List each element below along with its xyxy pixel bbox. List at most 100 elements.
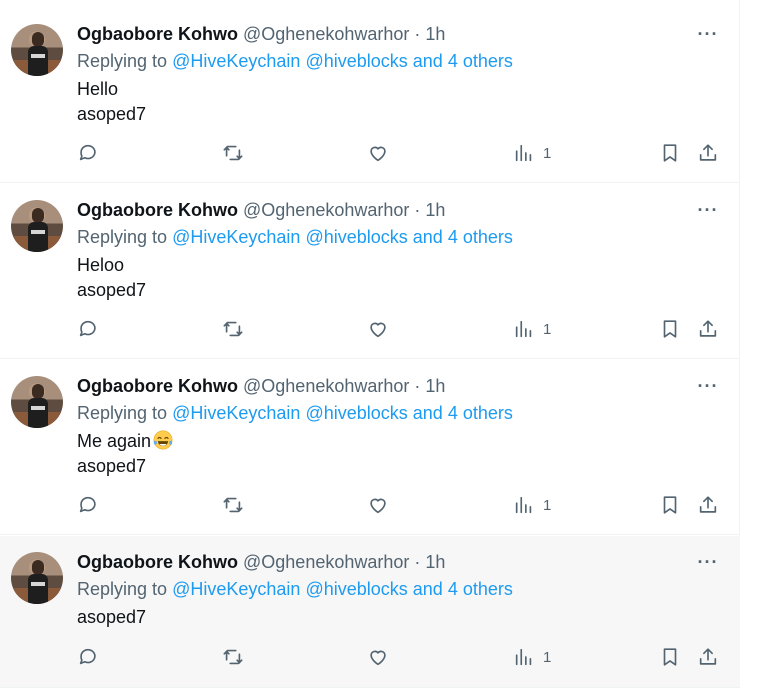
views-button[interactable]: 1 — [513, 315, 551, 343]
reply-button[interactable] — [77, 139, 99, 167]
tweet-text: asoped7 — [77, 607, 147, 627]
bookmark-button[interactable] — [659, 643, 681, 671]
views-button[interactable]: 1 — [513, 643, 551, 671]
author-handle[interactable]: @Oghenekohwarhor — [243, 552, 409, 572]
action-bar: 1 — [0, 315, 740, 343]
views-icon — [515, 320, 532, 338]
share-button[interactable] — [697, 315, 719, 343]
avatar[interactable] — [11, 376, 63, 428]
timestamp[interactable]: 1h — [425, 552, 445, 572]
separator-dot: · — [414, 24, 421, 44]
others-link[interactable]: and 4 others — [413, 579, 513, 599]
avatar[interactable] — [11, 24, 63, 76]
views-count: 1 — [543, 144, 552, 162]
mention-link[interactable]: @HiveKeychain — [172, 51, 300, 71]
reply-button[interactable] — [77, 491, 99, 519]
like-button[interactable] — [367, 491, 389, 519]
mention-link[interactable]: @hiveblocks — [305, 403, 407, 423]
retweet-icon — [223, 145, 243, 161]
replying-to: Replying to @HiveKeychain @hiveblocks an… — [77, 577, 513, 601]
retweet-button[interactable] — [222, 643, 244, 671]
views-icon — [515, 648, 532, 666]
more-icon[interactable]: ··· — [696, 24, 720, 44]
mention-link[interactable]: @hiveblocks — [305, 51, 407, 71]
tweet[interactable]: Ogbaobore Kohwo @Oghenekohwarhor · 1h ··… — [0, 536, 740, 688]
tweet[interactable]: Ogbaobore Kohwo @Oghenekohwarhor · 1h ··… — [0, 360, 740, 535]
retweet-button[interactable] — [222, 139, 244, 167]
timeline: Ogbaobore Kohwo @Oghenekohwarhor · 1h ··… — [0, 0, 740, 688]
share-button[interactable] — [697, 139, 719, 167]
more-icon[interactable]: ··· — [696, 376, 720, 396]
timestamp[interactable]: 1h — [425, 200, 445, 220]
tweet-text: asoped7 — [77, 280, 147, 300]
mention-link[interactable]: @HiveKeychain — [172, 579, 300, 599]
reply-button[interactable] — [77, 315, 99, 343]
author-name[interactable]: Ogbaobore Kohwo — [77, 552, 238, 572]
avatar[interactable] — [11, 200, 63, 252]
more-icon[interactable]: ··· — [696, 200, 720, 220]
tweet-header: Ogbaobore Kohwo @Oghenekohwarhor · 1h — [77, 550, 445, 574]
bookmark-button[interactable] — [659, 315, 681, 343]
retweet-icon — [223, 321, 243, 337]
bookmark-button[interactable] — [659, 139, 681, 167]
views-button[interactable]: 1 — [513, 139, 551, 167]
retweet-icon — [223, 497, 243, 513]
mention-link[interactable]: @HiveKeychain — [172, 227, 300, 247]
retweet-icon — [223, 649, 243, 665]
tweet-text: Heloo — [77, 255, 125, 275]
views-count: 1 — [543, 496, 552, 514]
like-button[interactable] — [367, 315, 389, 343]
author-handle[interactable]: @Oghenekohwarhor — [243, 24, 409, 44]
retweet-button[interactable] — [222, 315, 244, 343]
views-count: 1 — [543, 320, 552, 338]
share-button[interactable] — [697, 491, 719, 519]
separator-dot: · — [414, 200, 421, 220]
bookmark-icon — [663, 320, 677, 338]
replying-to: Replying to @HiveKeychain @hiveblocks an… — [77, 49, 513, 73]
others-link[interactable]: and 4 others — [413, 51, 513, 71]
replying-to: Replying to @HiveKeychain @hiveblocks an… — [77, 225, 513, 249]
avatar[interactable] — [11, 552, 63, 604]
replying-prefix: Replying to — [77, 51, 168, 71]
like-button[interactable] — [367, 643, 389, 671]
timestamp[interactable]: 1h — [425, 24, 445, 44]
tweet-text: asoped7 — [77, 456, 147, 476]
share-icon — [699, 320, 717, 337]
views-icon — [515, 144, 532, 162]
author-name[interactable]: Ogbaobore Kohwo — [77, 24, 238, 44]
like-button[interactable] — [367, 139, 389, 167]
author-name[interactable]: Ogbaobore Kohwo — [77, 200, 238, 220]
tweet-header: Ogbaobore Kohwo @Oghenekohwarhor · 1h — [77, 198, 445, 222]
author-handle[interactable]: @Oghenekohwarhor — [243, 376, 409, 396]
like-icon — [370, 650, 386, 666]
timestamp[interactable]: 1h — [425, 376, 445, 396]
separator-dot: · — [414, 376, 421, 396]
tweet[interactable]: Ogbaobore Kohwo @Oghenekohwarhor · 1h ··… — [0, 8, 740, 183]
share-button[interactable] — [697, 643, 719, 671]
others-link[interactable]: and 4 others — [413, 227, 513, 247]
tweet-text: Me again — [77, 431, 152, 451]
tweet-header: Ogbaobore Kohwo @Oghenekohwarhor · 1h — [77, 374, 445, 398]
replying-to: Replying to @HiveKeychain @hiveblocks an… — [77, 401, 513, 425]
more-icon[interactable]: ··· — [696, 552, 720, 572]
mention-link[interactable]: @hiveblocks — [305, 579, 407, 599]
others-link[interactable]: and 4 others — [413, 403, 513, 423]
reply-button[interactable] — [77, 643, 99, 671]
retweet-button[interactable] — [222, 491, 244, 519]
tweet-header: Ogbaobore Kohwo @Oghenekohwarhor · 1h — [77, 22, 445, 46]
bookmark-button[interactable] — [659, 491, 681, 519]
views-icon — [515, 496, 532, 514]
bookmark-icon — [663, 496, 677, 514]
mention-link[interactable]: @hiveblocks — [305, 227, 407, 247]
bookmark-icon — [663, 648, 677, 666]
author-name[interactable]: Ogbaobore Kohwo — [77, 376, 238, 396]
replying-prefix: Replying to — [77, 227, 168, 247]
views-button[interactable]: 1 — [513, 491, 551, 519]
reply-icon — [79, 648, 96, 665]
tears-of-joy-emoji-icon — [153, 430, 173, 450]
action-bar: 1 — [0, 643, 740, 671]
tweet[interactable]: Ogbaobore Kohwo @Oghenekohwarhor · 1h ··… — [0, 184, 740, 359]
separator-dot: · — [414, 552, 421, 572]
mention-link[interactable]: @HiveKeychain — [172, 403, 300, 423]
author-handle[interactable]: @Oghenekohwarhor — [243, 200, 409, 220]
